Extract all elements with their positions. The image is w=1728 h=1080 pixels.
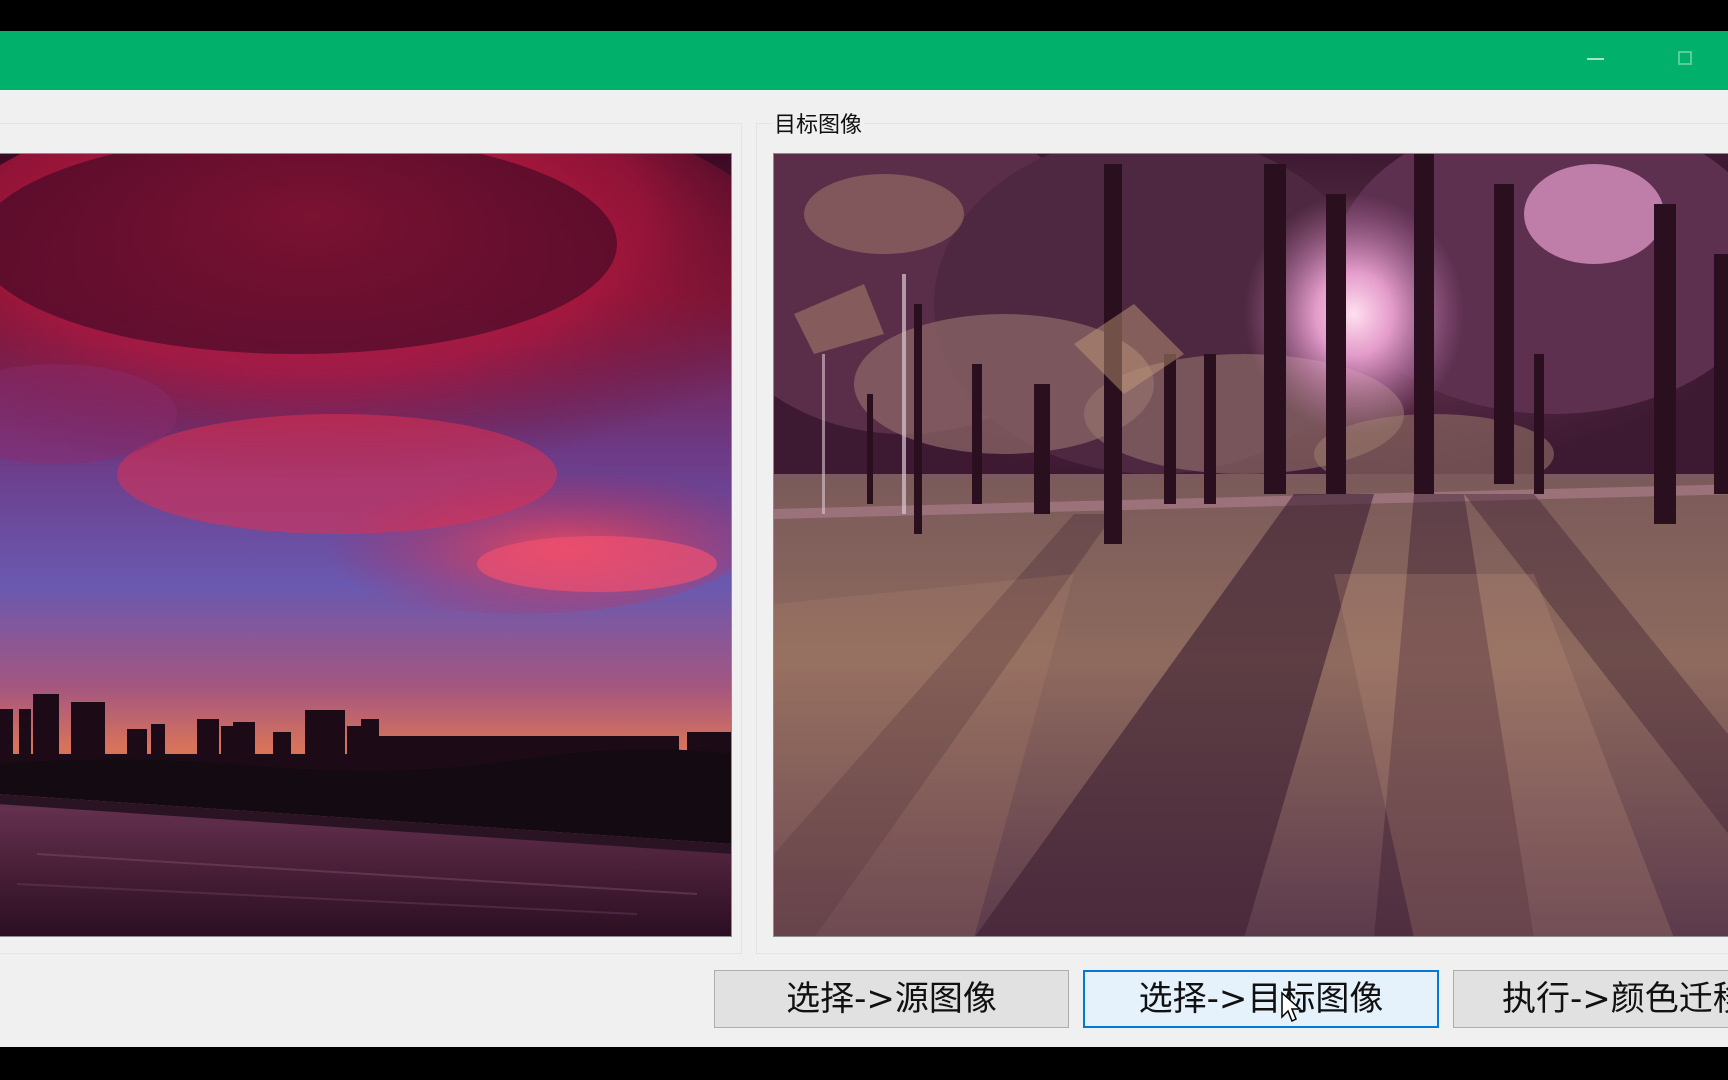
window-client-area: 目标图像 选择->源图像 选择->目标图像 执行->颜色迁移 [0,90,1728,1047]
execute-color-transfer-button[interactable]: 执行->颜色迁移 [1453,970,1728,1028]
screen: 目标图像 选择->源图像 选择->目标图像 执行->颜色迁移 [0,0,1728,1080]
select-source-image-button[interactable]: 选择->源图像 [714,970,1069,1028]
target-image-label: 目标图像 [772,107,865,139]
source-image-picturebox [0,153,732,937]
title-bar[interactable] [0,31,1728,90]
minimize-icon [1587,58,1604,60]
maximize-button[interactable] [1654,31,1714,90]
target-image [774,154,1728,936]
target-image-picturebox [773,153,1728,937]
source-image [0,154,731,936]
minimize-button[interactable] [1564,31,1624,90]
maximize-icon [1678,51,1692,65]
select-target-image-button[interactable]: 选择->目标图像 [1083,970,1439,1028]
